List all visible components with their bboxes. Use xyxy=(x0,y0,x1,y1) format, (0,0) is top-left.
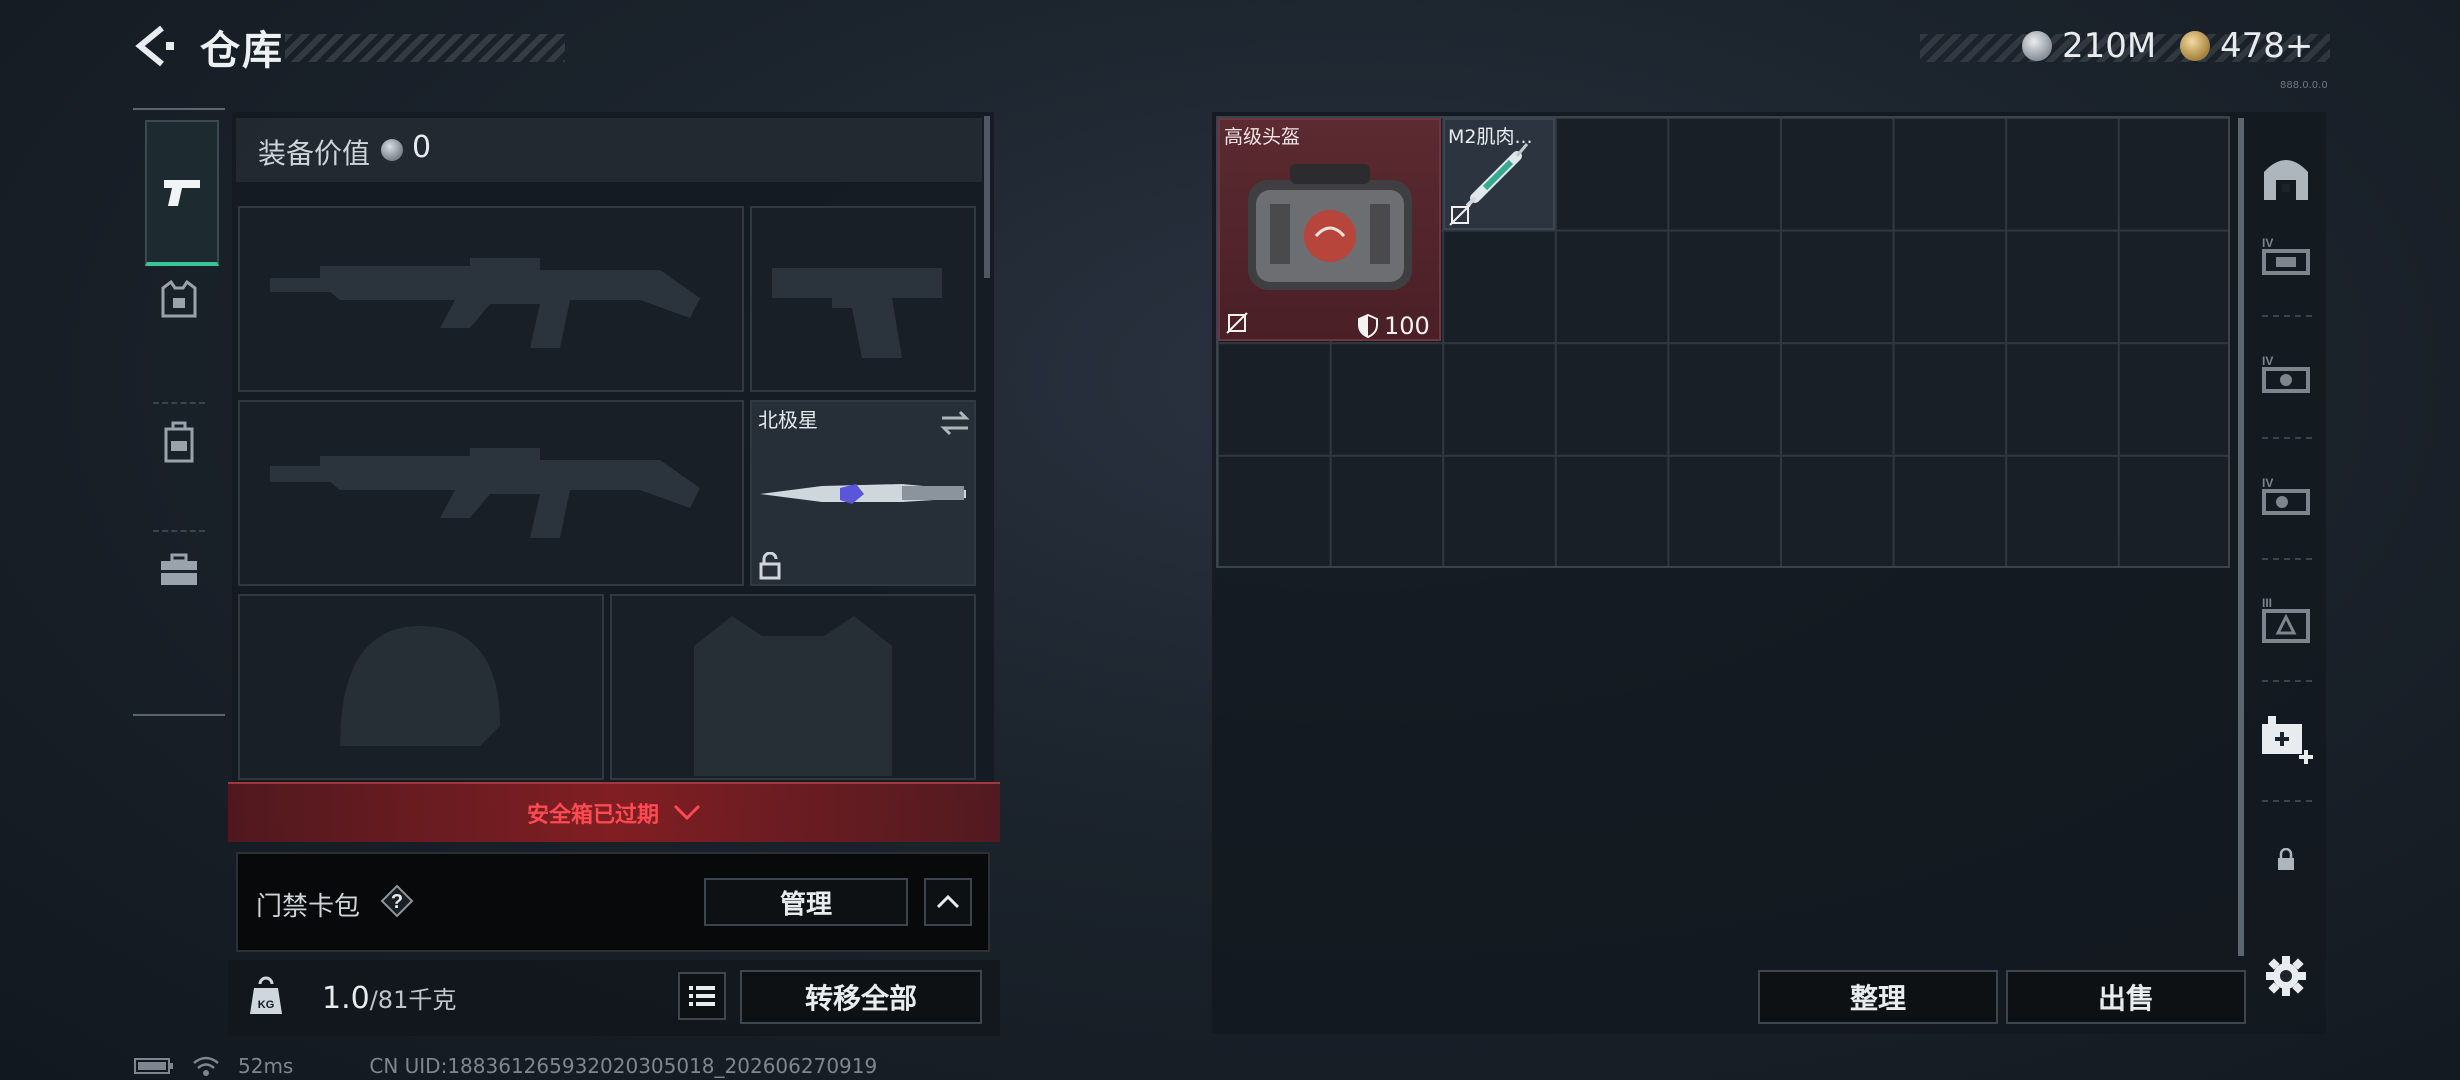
storage-box-icon: III xyxy=(2262,596,2310,643)
version-label: 888.0.0.0 xyxy=(2280,80,2328,91)
equip-value-label: 装备价值 xyxy=(258,137,371,170)
silver-coin-icon xyxy=(381,139,403,161)
rifle-silhouette-icon xyxy=(270,448,700,538)
no-insure-icon xyxy=(1449,204,1471,226)
sort-button[interactable]: 整理 xyxy=(1758,970,1998,1024)
svg-text:KG: KG xyxy=(258,999,275,1011)
storage-tab-4[interactable]: III xyxy=(2254,588,2318,652)
uid-text: CN UID:188361265932020305018_20260627091… xyxy=(369,1054,878,1078)
wifi-icon xyxy=(193,1056,219,1076)
storage-box-icon: IV xyxy=(2262,236,2310,275)
weight-readout: 1.0/81千克 xyxy=(322,980,456,1016)
chevron-down-icon xyxy=(673,804,701,821)
helmet-silhouette-icon xyxy=(340,626,500,746)
loadout-scrollbar[interactable] xyxy=(984,116,990,278)
primary-weapon-slot[interactable] xyxy=(238,206,744,392)
pistol-silhouette-icon xyxy=(772,268,942,358)
silver-amount: 210M xyxy=(2062,26,2157,66)
weight-current: 1.0 xyxy=(322,981,370,1016)
list-icon xyxy=(689,986,715,1006)
shield-icon xyxy=(1358,314,1378,338)
item-name: M2肌肉... xyxy=(1448,126,1533,148)
storage-box-icon: IV xyxy=(2262,476,2310,515)
svg-text:IV: IV xyxy=(2262,354,2273,368)
equip-value: 0 xyxy=(412,130,432,165)
silver-coin-icon xyxy=(2022,31,2052,61)
durability-value: 100 xyxy=(1384,312,1430,340)
safe-box-banner[interactable]: 安全箱已过期 xyxy=(228,782,1000,842)
armor-slot[interactable] xyxy=(610,594,976,780)
svg-text:III: III xyxy=(2262,596,2272,610)
item-name: 高级头盔 xyxy=(1224,126,1301,148)
list-view-button[interactable] xyxy=(678,972,726,1020)
help-icon[interactable]: ? xyxy=(380,884,414,918)
add-storage-button[interactable] xyxy=(2254,708,2318,772)
settings-button[interactable] xyxy=(2254,944,2318,1008)
storage-tab-1[interactable]: IV xyxy=(2254,226,2318,290)
page-title: 仓库 xyxy=(200,28,284,74)
chevron-up-icon xyxy=(936,895,960,909)
keycard-bag-label: 门禁卡包 xyxy=(256,892,361,922)
safe-box-status: 安全箱已过期 xyxy=(526,803,659,828)
secondary-weapon-slot[interactable] xyxy=(238,400,744,586)
locked-storage-slot xyxy=(2254,828,2318,892)
lock-icon xyxy=(2278,848,2294,870)
warehouse-item[interactable] xyxy=(1218,118,1441,341)
vest-icon xyxy=(161,280,197,318)
toolbox-icon xyxy=(161,553,197,585)
tab-toolbox[interactable] xyxy=(133,510,225,630)
pistol-slot[interactable] xyxy=(750,206,976,392)
storage-tab-main[interactable] xyxy=(2254,146,2318,210)
manage-button[interactable]: 管理 xyxy=(704,878,908,926)
item-durability: 100 xyxy=(1358,312,1430,340)
weight-max: /81千克 xyxy=(369,986,457,1014)
swap-icon[interactable] xyxy=(940,410,970,436)
backpack-icon xyxy=(164,421,194,463)
warehouse-icon xyxy=(2264,160,2308,200)
back-icon[interactable] xyxy=(130,22,178,70)
storage-box-icon: IV xyxy=(2262,354,2310,393)
pistol-icon xyxy=(164,180,200,206)
armor-silhouette-icon xyxy=(694,616,892,776)
status-line: 52ms CN UID:188361265932020305018_202606… xyxy=(134,1054,877,1078)
gold-amount: 478+ xyxy=(2220,26,2314,66)
lock-icon xyxy=(759,552,781,580)
rifle-silhouette-icon xyxy=(270,258,700,348)
storage-tab-3[interactable]: IV xyxy=(2254,466,2318,530)
gold-currency[interactable]: 478+ xyxy=(2180,26,2313,66)
svg-text:IV: IV xyxy=(2262,476,2273,490)
storage-tab-2[interactable]: IV xyxy=(2254,344,2318,408)
helmet-slot[interactable] xyxy=(238,594,604,780)
tab-backpack[interactable] xyxy=(133,382,225,502)
warehouse-scrollbar[interactable] xyxy=(2238,118,2244,956)
collapse-button[interactable] xyxy=(924,878,972,926)
ping-text: 52ms xyxy=(238,1054,294,1078)
battery-icon xyxy=(134,1058,173,1074)
svg-text:IV: IV xyxy=(2262,236,2273,250)
melee-name: 北极星 xyxy=(758,408,818,432)
tab-armor[interactable] xyxy=(133,240,225,360)
silver-currency[interactable]: 210M xyxy=(2022,26,2156,66)
gear-icon xyxy=(2266,956,2306,996)
no-insure-icon xyxy=(1226,312,1248,334)
category-rail xyxy=(133,108,225,716)
duffel-bag-icon xyxy=(1248,164,1412,290)
sell-button[interactable]: 出售 xyxy=(2006,970,2246,1024)
gold-coin-icon xyxy=(2180,31,2210,61)
add-storage-icon xyxy=(2262,716,2313,764)
header-stripe xyxy=(285,34,565,62)
svg-text:?: ? xyxy=(391,891,403,913)
transfer-all-button[interactable]: 转移全部 xyxy=(740,970,982,1024)
weight-icon: KG xyxy=(250,976,282,1014)
